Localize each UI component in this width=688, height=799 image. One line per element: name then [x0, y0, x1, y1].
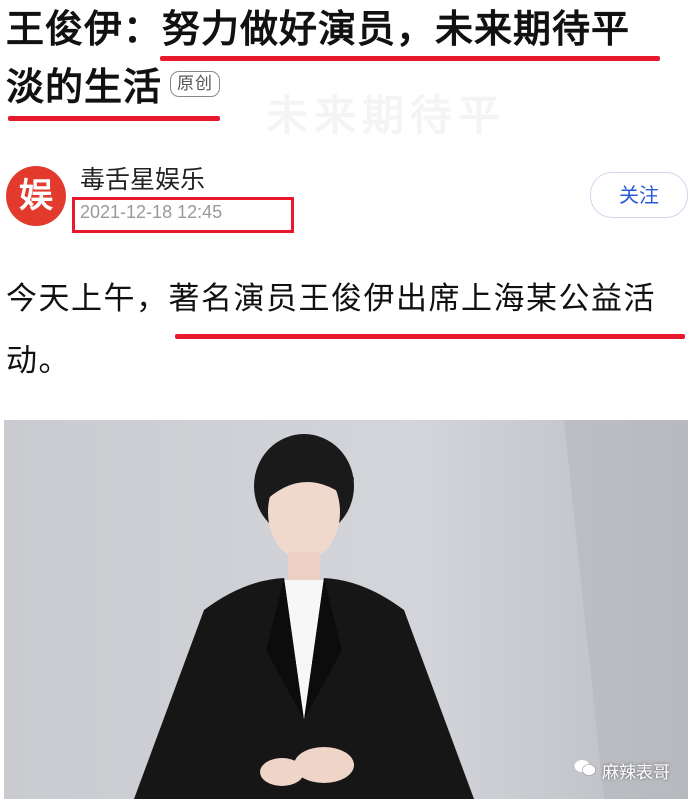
publish-date: 2021-12-18 12:45	[80, 202, 223, 222]
article-photo[interactable]: 麻辣表哥	[4, 420, 688, 799]
author-name[interactable]: 毒舌星娱乐	[80, 160, 205, 196]
body-text-highlight: 著名演员王俊伊出席上海某公益活	[168, 281, 656, 317]
article-body: 今天上午，著名演员王俊伊出席上海某公益活 动。	[6, 268, 688, 392]
title-underline-2	[8, 116, 220, 121]
title-name: 王俊伊：	[6, 7, 163, 51]
title-highlight: 努力做好演员，未来期待平	[162, 7, 631, 51]
original-badge: 原创	[170, 70, 221, 97]
author-avatar[interactable]: 娱	[6, 166, 66, 226]
follow-button[interactable]: 关注	[590, 172, 688, 218]
photo-watermark: 麻辣表哥	[574, 758, 670, 783]
title-underline-1	[160, 56, 660, 61]
body-text-end: 动。	[6, 343, 71, 379]
watermark-text: 麻辣表哥	[602, 763, 670, 783]
body-underline	[175, 334, 685, 339]
title-highlight-2: 淡的生活	[6, 65, 163, 109]
body-text-lead: 今天上午，	[6, 281, 169, 317]
wechat-icon	[574, 759, 596, 782]
person-illustration	[134, 420, 688, 799]
author-row: 娱 毒舌星娱乐 2021-12-18 12:45 关注	[0, 150, 688, 240]
background-watermark-text: 未来期待平	[266, 91, 507, 140]
